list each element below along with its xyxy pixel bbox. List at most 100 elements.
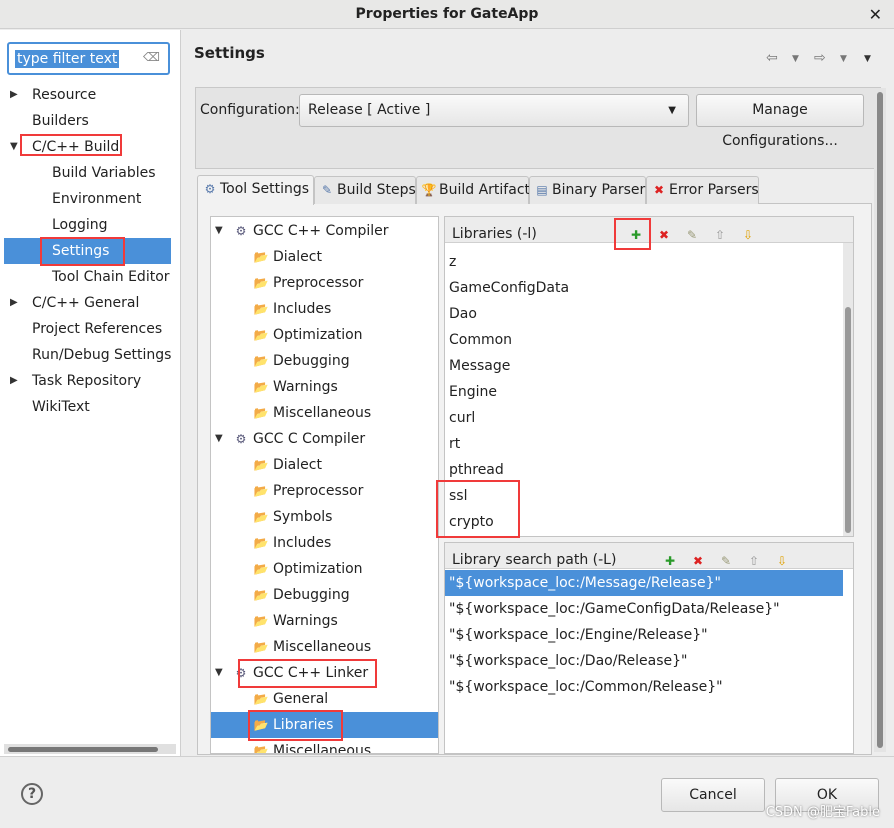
libraries-scrollbar[interactable] <box>843 243 853 536</box>
tab-build-artifact[interactable]: 🏆 Build Artifact <box>416 176 530 204</box>
edit-icon[interactable]: ✎ <box>719 553 733 569</box>
folder-icon: 📂 <box>253 588 269 602</box>
sidebar-item[interactable]: Project References <box>4 316 171 342</box>
sidebar-item-label: Project References <box>32 321 163 337</box>
tool-option-item[interactable]: 📂 Includes <box>211 296 438 322</box>
highlight-box <box>238 659 377 688</box>
chevron-down-icon: ▼ <box>668 105 676 116</box>
delete-icon[interactable]: ✖ <box>657 227 671 243</box>
sidebar-item[interactable]: Task Repository ▶ <box>4 368 171 394</box>
tool-option-item[interactable]: 📂 Optimization <box>211 322 438 348</box>
add-icon[interactable]: ✚ <box>663 553 677 569</box>
sidebar-item[interactable]: Environment <box>4 186 171 212</box>
sidebar-item[interactable]: Build Variables <box>4 160 171 186</box>
filter-input[interactable]: type filter text ⌫ <box>7 42 170 75</box>
sidebar-item[interactable]: Builders <box>4 108 171 134</box>
move-up-icon[interactable]: ⇧ <box>713 227 727 243</box>
forward-icon[interactable]: ⇨ <box>814 50 826 66</box>
tab-binary-parsers[interactable]: ▤ Binary Parsers <box>529 176 653 204</box>
back-menu-icon[interactable]: ▼ <box>792 54 799 64</box>
tool-option-item[interactable]: 📂 Miscellaneous <box>211 634 438 660</box>
chevron-right-icon[interactable]: ▶ <box>10 82 18 108</box>
search-path-item[interactable]: "${workspace_loc:/Dao/Release}" <box>445 648 843 674</box>
chevron-down-icon[interactable]: ▼ <box>215 218 223 244</box>
close-icon[interactable]: ✕ <box>869 0 882 29</box>
library-item[interactable]: Dao <box>449 301 477 327</box>
search-path-item[interactable]: "${workspace_loc:/Common/Release}" <box>445 674 843 700</box>
library-item[interactable]: GameConfigData <box>449 275 569 301</box>
tool-tree-label: Warnings <box>273 379 338 395</box>
tool-tree-label: Dialect <box>273 457 322 473</box>
tool-option-item[interactable]: 📂 Warnings <box>211 374 438 400</box>
tool-option-item[interactable]: 📂 Preprocessor <box>211 270 438 296</box>
move-down-icon[interactable]: ⇩ <box>775 553 789 569</box>
folder-icon: 📂 <box>253 640 269 654</box>
vertical-scrollbar[interactable] <box>874 88 886 752</box>
chevron-down-icon[interactable]: ▼ <box>10 134 18 160</box>
tool-option-item[interactable]: 📂 Dialect <box>211 244 438 270</box>
sidebar-item-label: Builders <box>32 113 89 129</box>
delete-icon[interactable]: ✖ <box>691 553 705 569</box>
horizontal-scrollbar[interactable] <box>4 744 176 754</box>
tool-option-item[interactable]: 📂 Includes <box>211 530 438 556</box>
sidebar-item[interactable]: Run/Debug Settings <box>4 342 171 368</box>
binary-icon: ▤ <box>536 183 548 197</box>
sidebar-item-label: Resource <box>32 87 97 103</box>
tab-label: Build Steps <box>337 182 416 198</box>
search-path-item[interactable]: "${workspace_loc:/GameConfigData/Release… <box>445 596 843 622</box>
tab-build-steps[interactable]: ✎ Build Steps <box>314 176 416 204</box>
sidebar-item[interactable]: C/C++ General ▶ <box>4 290 171 316</box>
tool-item[interactable]: ▼ ⚙ GCC C Compiler <box>211 426 438 452</box>
sidebar-item[interactable]: WikiText <box>4 394 171 420</box>
chevron-down-icon[interactable]: ▼ <box>215 426 223 452</box>
sidebar-item[interactable]: Tool Chain Editor <box>4 264 171 290</box>
chevron-right-icon[interactable]: ▶ <box>10 368 18 394</box>
tool-option-item[interactable]: 📂 Debugging <box>211 582 438 608</box>
library-item[interactable]: curl <box>449 405 475 431</box>
view-menu-icon[interactable]: ▼ <box>864 54 871 64</box>
tool-tree-label: Includes <box>273 535 332 551</box>
folder-icon: 📂 <box>253 510 269 524</box>
back-icon[interactable]: ⇦ <box>766 50 778 66</box>
tool-option-item[interactable]: 📂 Dialect <box>211 452 438 478</box>
sidebar-item[interactable]: Resource ▶ <box>4 82 171 108</box>
move-down-icon[interactable]: ⇩ <box>741 227 755 243</box>
library-item[interactable]: z <box>449 249 456 275</box>
tool-option-item[interactable]: 📂 Symbols <box>211 504 438 530</box>
forward-menu-icon[interactable]: ▼ <box>840 54 847 64</box>
library-item[interactable]: Engine <box>449 379 497 405</box>
tool-option-item[interactable]: 📂 Optimization <box>211 556 438 582</box>
configuration-select[interactable]: Release [ Active ] ▼ <box>299 94 689 127</box>
library-item[interactable]: Common <box>449 327 512 353</box>
folder-icon: 📂 <box>253 536 269 550</box>
edit-icon[interactable]: ✎ <box>685 227 699 243</box>
tool-tree-label: Preprocessor <box>273 483 364 499</box>
clear-icon[interactable]: ⌫ <box>143 50 160 64</box>
manage-configurations-button[interactable]: Manage Configurations... <box>696 94 864 149</box>
title-bar: Properties for GateApp <box>0 0 894 29</box>
tool-option-item[interactable]: 📂 Miscellaneous <box>211 400 438 426</box>
search-path-item[interactable]: "${workspace_loc:/Message/Release}" <box>445 570 843 596</box>
move-up-icon[interactable]: ⇧ <box>747 553 761 569</box>
tool-option-item[interactable]: 📂 Warnings <box>211 608 438 634</box>
window-title: Properties for GateApp <box>355 6 539 22</box>
tool-option-item[interactable]: 📂 Preprocessor <box>211 478 438 504</box>
filter-text[interactable]: type filter text <box>15 50 120 68</box>
tool-item[interactable]: ▼ ⚙ GCC C++ Compiler <box>211 218 438 244</box>
tool-tree-label: Optimization <box>273 561 363 577</box>
search-path-item[interactable]: "${workspace_loc:/Engine/Release}" <box>445 622 843 648</box>
tab-error-parsers[interactable]: ✖ Error Parsers <box>646 176 759 204</box>
chevron-down-icon[interactable]: ▼ <box>215 660 223 686</box>
folder-icon: 📂 <box>253 562 269 576</box>
help-icon[interactable]: ? <box>21 783 43 805</box>
cancel-button[interactable]: Cancel <box>661 778 765 812</box>
tool-option-item[interactable]: 📂 General <box>211 686 438 712</box>
chevron-right-icon[interactable]: ▶ <box>10 290 18 316</box>
tab-tool-settings[interactable]: ⚙ Tool Settings <box>197 175 314 205</box>
library-item[interactable]: rt <box>449 431 460 457</box>
tool-tree-label: Optimization <box>273 327 363 343</box>
sidebar-item[interactable]: Logging <box>4 212 171 238</box>
library-item[interactable]: Message <box>449 353 510 379</box>
trophy-icon: 🏆 <box>421 183 437 197</box>
tool-option-item[interactable]: 📂 Debugging <box>211 348 438 374</box>
